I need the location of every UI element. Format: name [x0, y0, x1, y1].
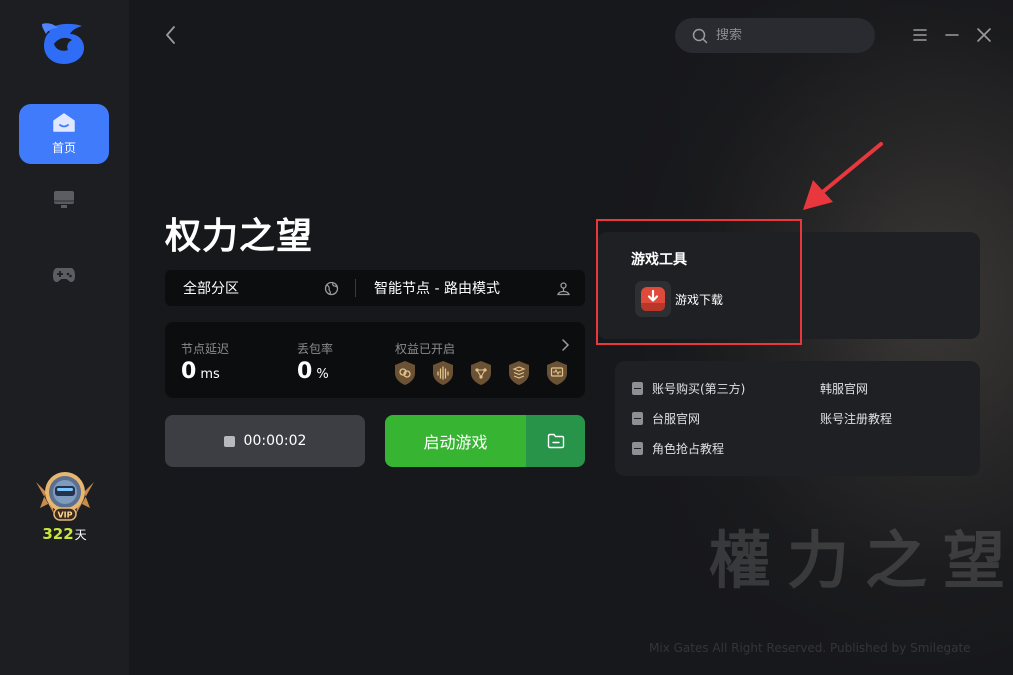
timer-text: 00:00:02 — [243, 433, 307, 449]
vip-badge-text: VIP — [57, 511, 72, 520]
latency-label: 节点延迟 — [181, 342, 230, 356]
packet-loss-label: 丢包率 — [297, 342, 334, 356]
latency-unit: ms — [200, 367, 220, 382]
link-buy-account-label: 账号购买(第三方) — [652, 382, 746, 396]
vip-days-value: 322 — [42, 525, 74, 543]
vip-days: 322天 — [0, 525, 129, 543]
acceleration-timer-button[interactable]: 00:00:02 — [165, 415, 365, 467]
game-folder-button[interactable] — [526, 415, 585, 467]
game-links-card: 账号购买(第三方) 韩服官网 台服官网 账号注册教程 角色抢占教程 — [615, 361, 980, 476]
perk-shield-network-icon — [471, 361, 491, 385]
node-selector[interactable]: 智能节点 - 路由模式 — [356, 278, 585, 298]
search-input[interactable] — [716, 28, 866, 43]
sidebar: 首页 VIP 322天 — [0, 0, 129, 675]
gamepad-icon — [53, 268, 75, 282]
start-game-button-group: 启动游戏 — [385, 415, 585, 467]
stop-icon — [223, 435, 235, 447]
close-icon[interactable] — [973, 24, 995, 46]
main-panel: 權力之望 Mix Gates All Right Reserved. Publi… — [129, 0, 1013, 675]
network-stats-panel: 节点延迟 0 ms 丢包率 0% 权益已开启 — [165, 322, 585, 398]
perk-shield-wave-icon — [433, 361, 453, 385]
region-selector[interactable]: 全部分区 — [165, 278, 355, 298]
document-icon — [632, 442, 643, 455]
link-korea-official[interactable]: 韩服官网 — [820, 380, 868, 397]
packet-loss-value: 0% — [297, 359, 329, 384]
perk-shield-layers-icon — [509, 361, 529, 385]
region-node-bar: 全部分区 智能节点 - 路由模式 — [165, 270, 585, 306]
minimize-icon[interactable] — [941, 24, 963, 46]
document-icon — [632, 382, 643, 395]
perk-shield-monitor-icon — [547, 361, 567, 385]
link-register-guide[interactable]: 账号注册教程 — [820, 410, 892, 427]
chevron-right-icon[interactable] — [559, 338, 571, 352]
document-icon — [632, 412, 643, 425]
location-pin-icon — [557, 281, 570, 295]
start-game-label: 启动游戏 — [423, 433, 488, 452]
node-label: 智能节点 - 路由模式 — [374, 281, 500, 297]
back-button[interactable] — [161, 24, 181, 46]
app-logo — [42, 23, 84, 64]
folder-icon — [547, 433, 564, 449]
vip-badge-icon[interactable]: VIP — [30, 468, 100, 523]
background-copyright: Mix Gates All Right Reserved. Published … — [649, 641, 971, 655]
search-icon — [692, 28, 708, 43]
link-character-reserve-guide[interactable]: 角色抢占教程 — [632, 440, 724, 457]
link-taiwan-official[interactable]: 台服官网 — [632, 410, 700, 427]
vip-days-unit: 天 — [74, 528, 87, 542]
globe-icon — [324, 281, 339, 295]
region-label: 全部分区 — [183, 281, 239, 297]
link-character-reserve-guide-label: 角色抢占教程 — [652, 442, 725, 456]
link-buy-account[interactable]: 账号购买(第三方) — [632, 380, 745, 397]
annotation-arrow-icon — [803, 142, 883, 210]
nav-pc-games[interactable] — [19, 170, 109, 230]
background-game-logo: 權力之望 — [709, 524, 1013, 597]
monitor-icon — [54, 191, 74, 208]
annotation-highlight-box — [596, 219, 802, 345]
latency-value: 0 ms — [181, 359, 220, 384]
perks-label: 权益已开启 — [395, 342, 456, 356]
packet-loss-unit: % — [316, 367, 329, 382]
home-icon — [53, 112, 75, 132]
packet-loss-number: 0 — [297, 359, 313, 384]
link-taiwan-official-label: 台服官网 — [652, 412, 701, 426]
perk-shield-chain-icon — [395, 361, 415, 385]
latency-number: 0 — [181, 359, 197, 384]
search-bar[interactable] — [675, 18, 875, 53]
link-korea-official-label: 韩服官网 — [820, 382, 869, 396]
start-game-button[interactable]: 启动游戏 — [385, 415, 526, 467]
nav-home-label: 首页 — [51, 140, 76, 155]
game-title: 权力之望 — [165, 216, 314, 257]
menu-icon[interactable] — [909, 24, 931, 46]
link-register-guide-label: 账号注册教程 — [820, 412, 893, 426]
nav-home[interactable]: 首页 — [19, 104, 109, 164]
nav-console-games[interactable] — [19, 245, 109, 305]
